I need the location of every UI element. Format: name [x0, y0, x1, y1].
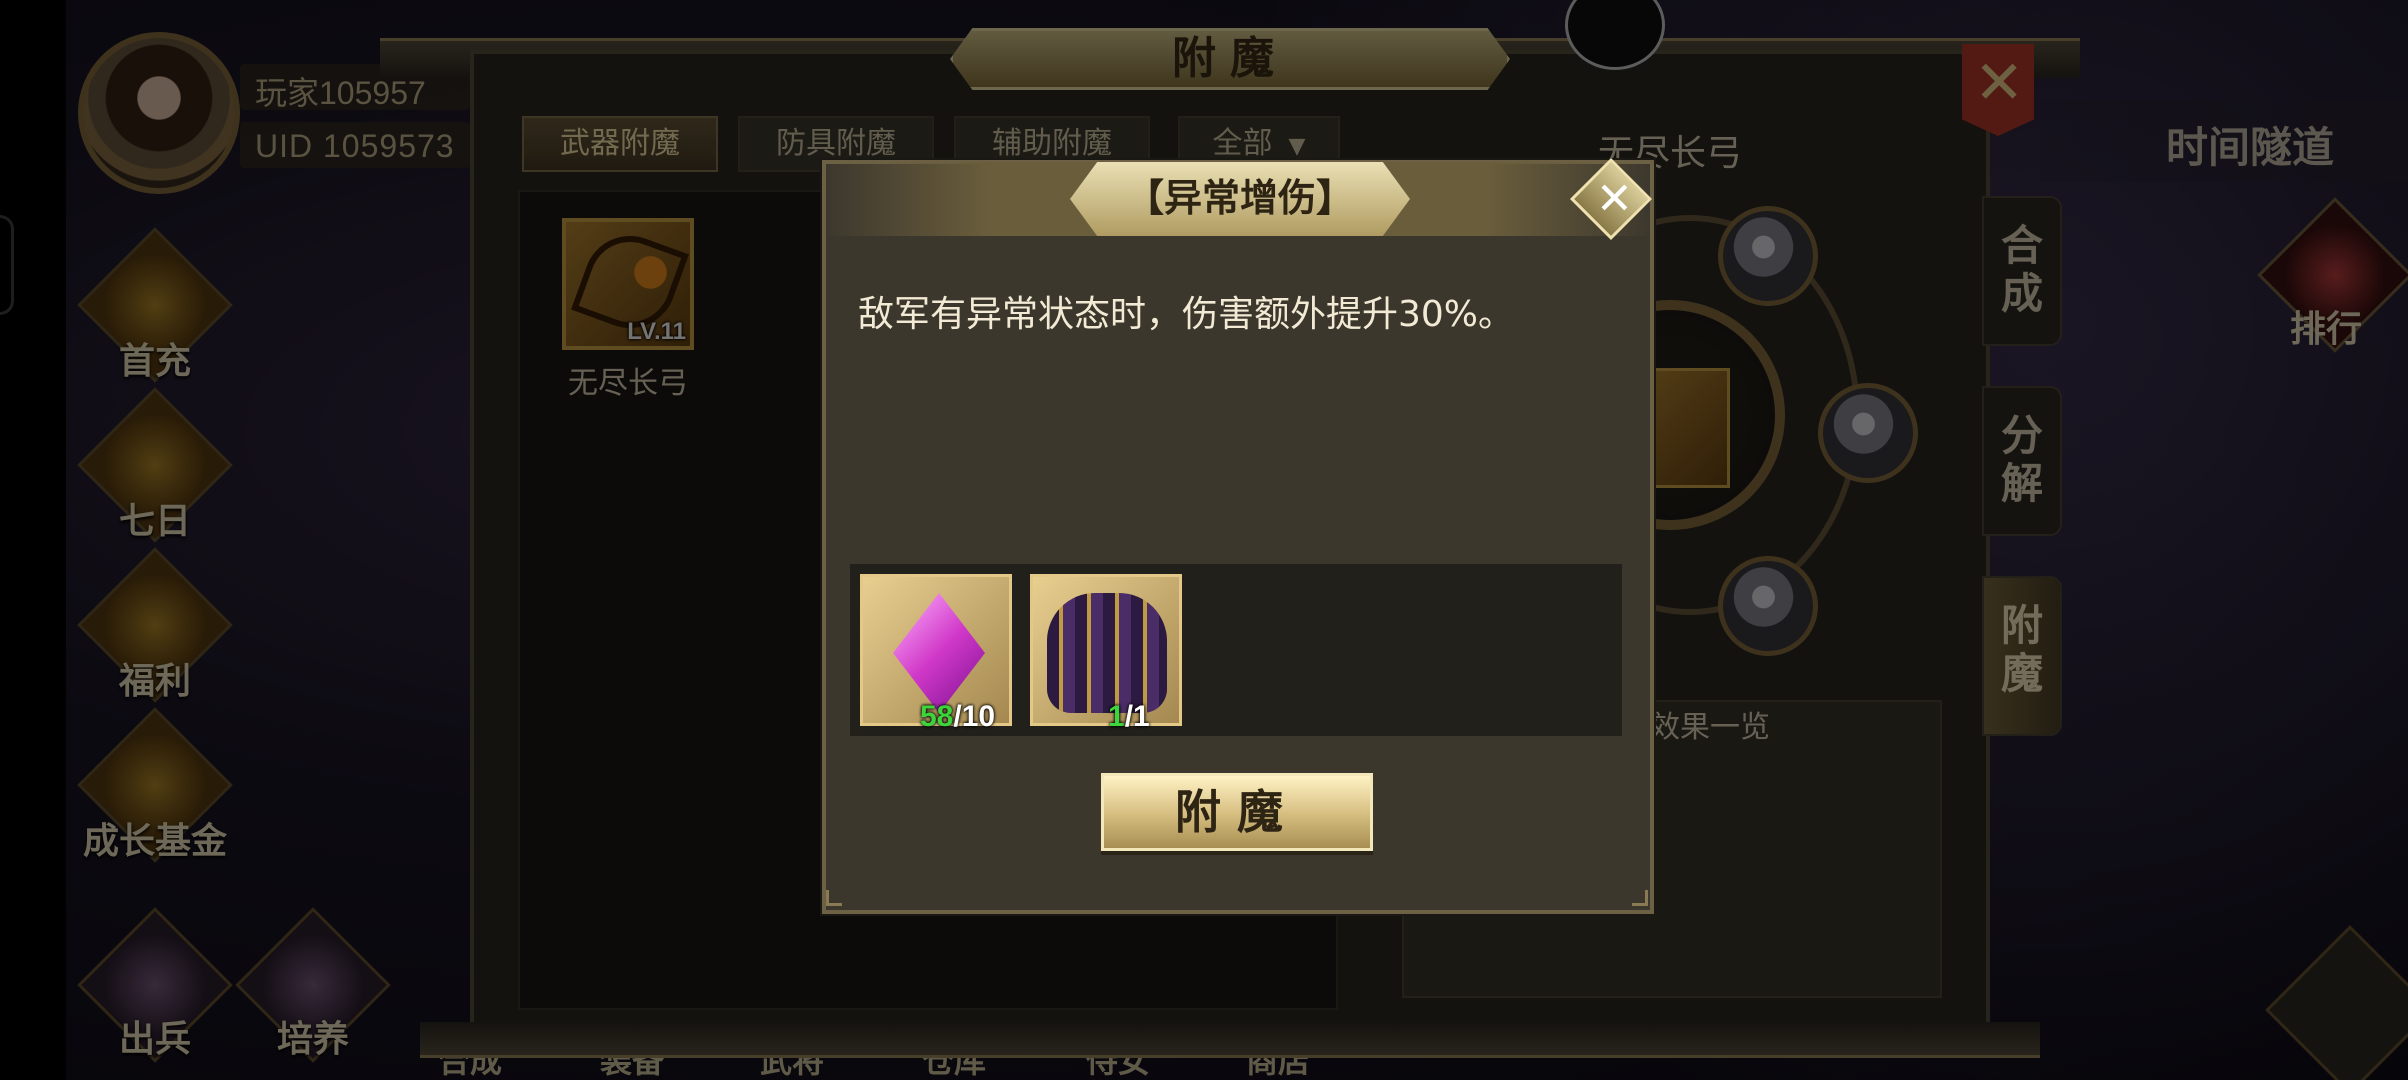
rank-label: 排行	[2290, 309, 2363, 350]
close-icon: ✕	[1596, 173, 1633, 225]
filter-label: 全部	[1212, 126, 1273, 161]
panel-close-button[interactable]: ✕	[1962, 44, 2034, 136]
side-item-welfare[interactable]: 福利	[77, 547, 233, 704]
equipment-slot[interactable]: LV.11	[562, 218, 694, 350]
item-level: LV.11	[627, 318, 686, 345]
player-uid: UID 1059573	[255, 128, 455, 164]
side-item-seven-day[interactable]: 七日	[77, 387, 233, 544]
gem-slot-2[interactable]	[1818, 383, 1918, 483]
side-item-label: 七日	[118, 501, 191, 542]
time-tunnel-label: 时间隧道	[2166, 123, 2335, 172]
tab-weapon-enchant[interactable]: 武器附魔	[522, 116, 718, 172]
side-item-label: 福利	[118, 661, 191, 702]
material-need: /1	[1124, 700, 1150, 733]
enchant-button[interactable]: 附魔	[1101, 773, 1373, 851]
side-tab-compose[interactable]: 合成	[1982, 196, 2062, 346]
frame-corner	[1632, 890, 1648, 906]
gem-slot-3[interactable]	[1718, 556, 1818, 656]
item-name: 无尽长弓	[568, 366, 688, 401]
armor-icon	[1047, 593, 1167, 713]
popup-description: 敌军有异常状态时，伤害额外提升30%。	[858, 294, 1515, 335]
side-tab-decompose[interactable]: 分解	[1982, 386, 2062, 536]
bottom-item-label: 培养	[276, 1019, 349, 1060]
panel-title: 附魔	[950, 28, 1510, 90]
pink-gem-icon	[893, 593, 985, 713]
side-item-first-recharge[interactable]: 首充	[77, 227, 233, 384]
side-item-growth-fund[interactable]: 成长基金	[77, 707, 233, 864]
panel-frame-bottom	[420, 1022, 2040, 1058]
bottom-item-train[interactable]: 培养	[235, 907, 391, 1063]
bottom-item-dispatch[interactable]: 出兵	[77, 907, 233, 1063]
frame-corner	[826, 890, 842, 906]
material-slot-armor[interactable]	[1030, 574, 1182, 726]
bottom-item-label: 出兵	[118, 1019, 191, 1060]
time-tunnel-button[interactable]: 时间隧道	[2040, 100, 2408, 182]
screen-bezel	[0, 0, 66, 1080]
player-avatar[interactable]	[78, 32, 240, 194]
material-count: 58/10	[920, 700, 995, 734]
material-have: 1	[1108, 700, 1125, 733]
close-icon: ✕	[1974, 48, 2025, 118]
popup-title: 【异常增伤】	[1070, 162, 1410, 236]
material-need: /10	[953, 700, 996, 733]
gem-slot-1[interactable]	[1718, 206, 1818, 306]
bezel-notch	[0, 215, 14, 315]
side-item-label: 成长基金	[82, 821, 227, 862]
material-count: 1/1	[1108, 700, 1150, 734]
side-tab-enchant[interactable]: 附魔	[1982, 576, 2062, 736]
material-have: 58	[920, 700, 954, 733]
chevron-down-icon: ▼	[1288, 134, 1306, 159]
side-item-label: 首充	[118, 341, 191, 382]
effect-list-title: 效果一览	[1650, 710, 1770, 745]
